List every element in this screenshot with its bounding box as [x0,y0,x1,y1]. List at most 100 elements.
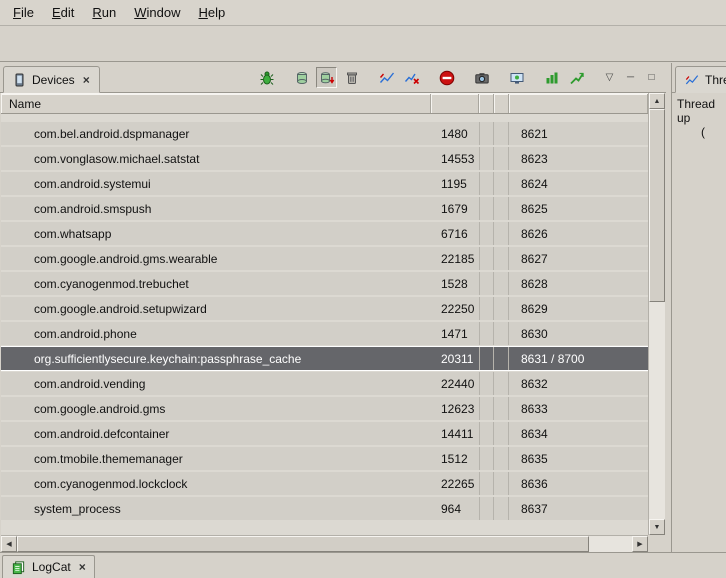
process-spacer2 [494,122,509,145]
start-method-profiling-icon[interactable] [401,67,422,88]
process-port: 8637 [509,502,648,516]
process-spacer1 [479,197,494,220]
stop-process-icon[interactable] [436,67,457,88]
close-icon[interactable]: × [77,560,86,574]
horizontal-scrollbar[interactable]: ◀ ▶ [1,535,648,552]
process-pid: 22265 [431,477,479,491]
process-spacer1 [479,322,494,345]
process-spacer1 [479,372,494,395]
scroll-left-icon[interactable]: ◀ [1,536,17,552]
debug-process-icon[interactable] [256,67,277,88]
process-row[interactable]: com.android.vending 22440 8632 [1,372,648,395]
process-row[interactable]: com.whatsapp 6716 8626 [1,222,648,245]
process-name: com.whatsapp [1,227,431,241]
network-stats-icon[interactable] [566,67,587,88]
column-header-pid[interactable] [431,94,479,113]
column-header-spacer2[interactable] [494,94,509,113]
process-row[interactable]: com.google.android.gms 12623 8633 [1,397,648,420]
process-row[interactable]: com.tmobile.thememanager 1512 8635 [1,447,648,470]
threads-message-line2: ( [677,125,721,139]
process-row[interactable]: com.vonglasow.michael.satstat 14553 8623 [1,147,648,170]
process-row[interactable]: com.google.android.gms.wearable 22185 86… [1,247,648,270]
process-pid: 1512 [431,452,479,466]
process-port: 8635 [509,452,648,466]
process-name: com.android.vending [1,377,431,391]
process-spacer1 [479,472,494,495]
process-port: 8636 [509,477,648,491]
process-name: com.bel.android.dspmanager [1,127,431,141]
devices-tabs-row: Devices × [0,63,666,93]
process-port: 8624 [509,177,648,191]
tab-devices-label: Devices [32,73,75,87]
process-row[interactable]: com.android.smspush 1679 8625 [1,197,648,220]
dump-hprof-icon[interactable] [316,67,337,88]
scroll-right-icon[interactable]: ▶ [632,536,648,552]
process-pid: 20311 [431,352,479,366]
cause-gc-icon[interactable] [341,67,362,88]
process-row[interactable]: com.cyanogenmod.lockclock 22265 8636 [1,472,648,495]
process-row[interactable]: com.android.systemui 1195 8624 [1,172,648,195]
update-threads-icon[interactable] [376,67,397,88]
process-spacer2 [494,447,509,470]
column-header-port[interactable] [509,94,648,113]
minimize-icon[interactable]: ─ [622,67,639,88]
process-spacer1 [479,347,494,370]
process-row[interactable]: system_process 964 8637 [1,497,648,520]
tab-threads[interactable]: Threads × [675,66,726,93]
process-port: 8627 [509,252,648,266]
process-list: com.bel.android.dspmanager 1480 8621 com… [1,114,648,520]
tab-logcat[interactable]: LogCat × [2,555,95,578]
process-row[interactable]: com.android.defcontainer 14411 8634 [1,422,648,445]
menu-item[interactable]: Run [83,2,125,23]
view-menu-icon[interactable]: ▽ [601,67,618,88]
menu-item[interactable]: Help [189,2,234,23]
maximize-icon[interactable]: □ [643,67,660,88]
process-spacer1 [479,422,494,445]
update-heap-icon[interactable] [291,67,312,88]
process-port: 8628 [509,277,648,291]
heap-columns-icon[interactable] [541,67,562,88]
process-port: 8632 [509,377,648,391]
process-row[interactable]: com.bel.android.dspmanager 1480 8621 [1,122,648,145]
horizontal-scroll-thumb[interactable] [17,536,589,552]
process-row[interactable]: com.android.phone 1471 8630 [1,322,648,345]
process-name: com.android.smspush [1,202,431,216]
scroll-down-icon[interactable]: ▼ [649,519,665,535]
process-port: 8621 [509,127,648,141]
process-row[interactable]: com.cyanogenmod.trebuchet 1528 8628 [1,272,648,295]
column-header-spacer1[interactable] [479,94,494,113]
process-spacer2 [494,272,509,295]
device-icon [13,73,26,87]
screen-record-icon[interactable] [506,67,527,88]
menu-item[interactable]: Window [125,2,189,23]
threads-message: Thread up ( [672,93,726,552]
process-spacer2 [494,147,509,170]
process-pid: 1679 [431,202,479,216]
vertical-scroll-thumb[interactable] [649,109,665,302]
process-row[interactable]: com.google.android.setupwizard 22250 862… [1,297,648,320]
process-name: com.vonglasow.michael.satstat [1,152,431,166]
process-pid: 1471 [431,327,479,341]
process-spacer1 [479,172,494,195]
process-port: 8634 [509,427,648,441]
close-icon[interactable]: × [81,73,90,87]
screen-capture-icon[interactable] [471,67,492,88]
devices-table: Name com.bel.android.dspmanager 1480 [1,93,665,552]
vertical-scroll-track[interactable] [649,109,665,519]
column-header-name[interactable]: Name [1,94,431,113]
process-port: 8626 [509,227,648,241]
menu-item[interactable]: Edit [43,2,83,23]
scroll-up-icon[interactable]: ▲ [649,93,665,109]
process-name: com.android.phone [1,327,431,341]
process-name: com.android.systemui [1,177,431,191]
tab-devices[interactable]: Devices × [3,66,100,93]
menu-item[interactable]: File [4,2,43,23]
process-spacer1 [479,147,494,170]
horizontal-scroll-track[interactable] [17,536,632,552]
vertical-scrollbar[interactable]: ▲ ▼ [648,93,665,535]
threads-message-line1: Thread up [677,97,721,125]
process-port: 8631 / 8700 [509,352,648,366]
process-port: 8625 [509,202,648,216]
process-row[interactable]: org.sufficientlysecure.keychain:passphra… [1,347,648,370]
process-spacer2 [494,172,509,195]
